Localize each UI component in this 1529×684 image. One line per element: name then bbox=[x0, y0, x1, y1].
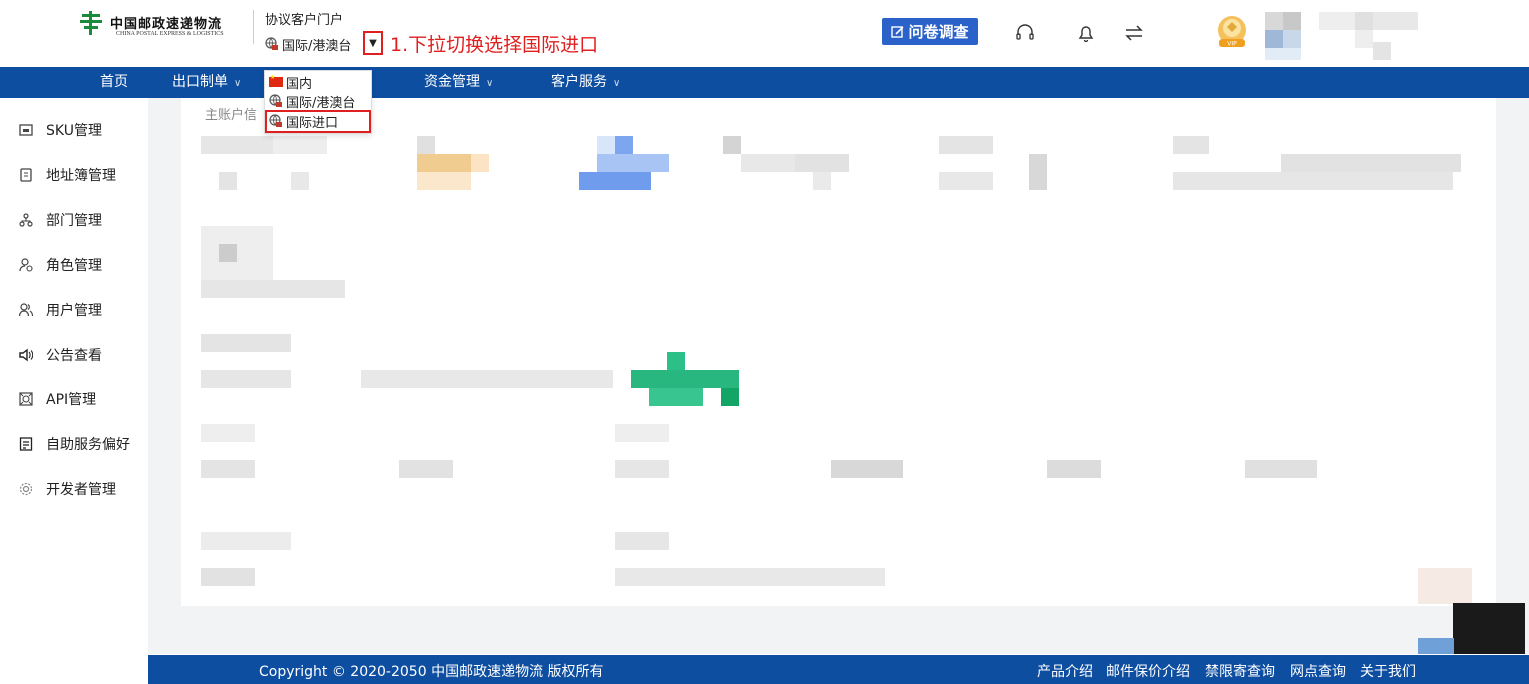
nav-service[interactable]: 客户服务 ∨ bbox=[551, 67, 620, 98]
globe-icon bbox=[269, 94, 282, 107]
chevron-down-icon: ∨ bbox=[234, 78, 242, 89]
sidebar-item-sku[interactable]: SKU管理 bbox=[18, 119, 102, 141]
api-icon bbox=[18, 391, 34, 407]
footer-link-about[interactable]: 关于我们 bbox=[1360, 661, 1416, 681]
sidebar-item-developer[interactable]: 开发者管理 bbox=[18, 478, 116, 500]
sidebar-item-label: 公告查看 bbox=[46, 348, 102, 364]
vip-badge-icon[interactable]: VIP bbox=[1213, 13, 1251, 51]
dropdown-option-domestic[interactable]: 国内 bbox=[269, 73, 313, 92]
region-select[interactable]: 国际/港澳台 bbox=[265, 34, 351, 54]
sidebar-item-label: API管理 bbox=[46, 392, 97, 408]
sidebar-item-label: 地址簿管理 bbox=[46, 168, 116, 184]
nav-home-label: 首页 bbox=[100, 74, 128, 90]
role-icon bbox=[18, 257, 34, 273]
nav-funds[interactable]: 资金管理 ∨ bbox=[424, 67, 493, 98]
developer-icon bbox=[18, 481, 34, 497]
region-selected-label: 国际/港澳台 bbox=[282, 38, 352, 54]
sidebar: SKU管理 地址簿管理 部门管理 角色管理 用户管理 公告查看 API管理 自助… bbox=[0, 98, 148, 684]
footer-link-insurance[interactable]: 邮件保价介绍 bbox=[1106, 661, 1190, 681]
nav-export[interactable]: 出口制单 ∨ bbox=[172, 67, 241, 98]
sidebar-item-role[interactable]: 角色管理 bbox=[18, 254, 102, 276]
nav-service-label: 客户服务 bbox=[551, 74, 607, 90]
footer-link-products[interactable]: 产品介绍 bbox=[1037, 661, 1093, 681]
sidebar-item-api[interactable]: API管理 bbox=[18, 388, 96, 410]
footer-link-outlets[interactable]: 网点查询 bbox=[1290, 661, 1346, 681]
headset-icon[interactable] bbox=[1014, 22, 1036, 44]
address-book-icon bbox=[18, 167, 34, 183]
dropdown-option-label: 国内 bbox=[286, 76, 313, 92]
sidebar-item-preference[interactable]: 自助服务偏好 bbox=[18, 433, 130, 455]
bell-icon[interactable] bbox=[1075, 22, 1097, 44]
sidebar-item-label: 自助服务偏好 bbox=[46, 437, 130, 453]
copyright-text: Copyright © 2020-2050 中国邮政速递物流 版权所有 bbox=[259, 664, 604, 680]
portal-title: 协议客户门户 bbox=[265, 13, 344, 28]
chevron-down-icon: ∨ bbox=[613, 78, 621, 89]
org-icon bbox=[18, 212, 34, 228]
chevron-down-icon: ∨ bbox=[486, 78, 494, 89]
preference-icon bbox=[18, 436, 34, 452]
header-divider bbox=[253, 10, 254, 44]
speaker-icon bbox=[18, 347, 34, 363]
nav-export-label: 出口制单 bbox=[172, 74, 228, 90]
import-option-highlight bbox=[265, 110, 371, 133]
sidebar-item-announcement[interactable]: 公告查看 bbox=[18, 344, 102, 366]
sidebar-item-address-book[interactable]: 地址簿管理 bbox=[18, 164, 116, 186]
account-info-card bbox=[181, 98, 1496, 606]
china-post-logo-icon bbox=[80, 11, 102, 35]
footer-link-prohibited[interactable]: 禁限寄查询 bbox=[1205, 661, 1275, 681]
dropdown-option-label: 国际/港澳台 bbox=[286, 95, 356, 111]
sidebar-item-user[interactable]: 用户管理 bbox=[18, 299, 102, 321]
user-icon bbox=[18, 302, 34, 318]
section-label: 主账户信 bbox=[205, 108, 258, 123]
survey-button[interactable]: 问卷调查 bbox=[882, 18, 978, 45]
header: 中国邮政速递物流 CHINA POSTAL EXPRESS & LOGISTIC… bbox=[0, 0, 1529, 67]
nav-funds-label: 资金管理 bbox=[424, 74, 480, 90]
survey-label: 问卷调查 bbox=[908, 23, 969, 41]
sidebar-item-label: 角色管理 bbox=[46, 258, 102, 274]
sidebar-item-label: 部门管理 bbox=[46, 213, 102, 229]
svg-text:VIP: VIP bbox=[1227, 41, 1237, 48]
logo-en-text: CHINA POSTAL EXPRESS & LOGISTICS bbox=[116, 31, 224, 37]
sidebar-item-label: SKU管理 bbox=[46, 123, 102, 139]
sidebar-item-label: 开发者管理 bbox=[46, 482, 116, 498]
annotation-text: 1.下拉切换选择国际进口 bbox=[390, 34, 599, 56]
user-info-blurred[interactable] bbox=[1265, 12, 1425, 60]
china-flag-icon bbox=[269, 74, 283, 87]
sidebar-item-department[interactable]: 部门管理 bbox=[18, 209, 102, 231]
logo-cn-text: 中国邮政速递物流 bbox=[110, 17, 223, 32]
nav-home[interactable]: 首页 bbox=[100, 67, 128, 98]
edit-icon bbox=[891, 25, 905, 38]
sku-icon bbox=[18, 122, 34, 138]
region-dropdown-toggle[interactable]: ▼ bbox=[363, 31, 383, 55]
main-content bbox=[148, 98, 1529, 654]
swap-icon[interactable] bbox=[1123, 22, 1145, 44]
sidebar-item-label: 用户管理 bbox=[46, 303, 102, 319]
globe-icon bbox=[265, 37, 278, 50]
footer: Copyright © 2020-2050 中国邮政速递物流 版权所有 产品介绍… bbox=[148, 655, 1529, 684]
dropdown-option-international[interactable]: 国际/港澳台 bbox=[269, 92, 356, 111]
top-nav: 首页 出口制单 ∨ 资金管理 ∨ 客户服务 ∨ bbox=[0, 67, 1529, 98]
caret-down-icon: ▼ bbox=[369, 37, 377, 49]
logo[interactable]: 中国邮政速递物流 CHINA POSTAL EXPRESS & LOGISTIC… bbox=[80, 11, 250, 41]
